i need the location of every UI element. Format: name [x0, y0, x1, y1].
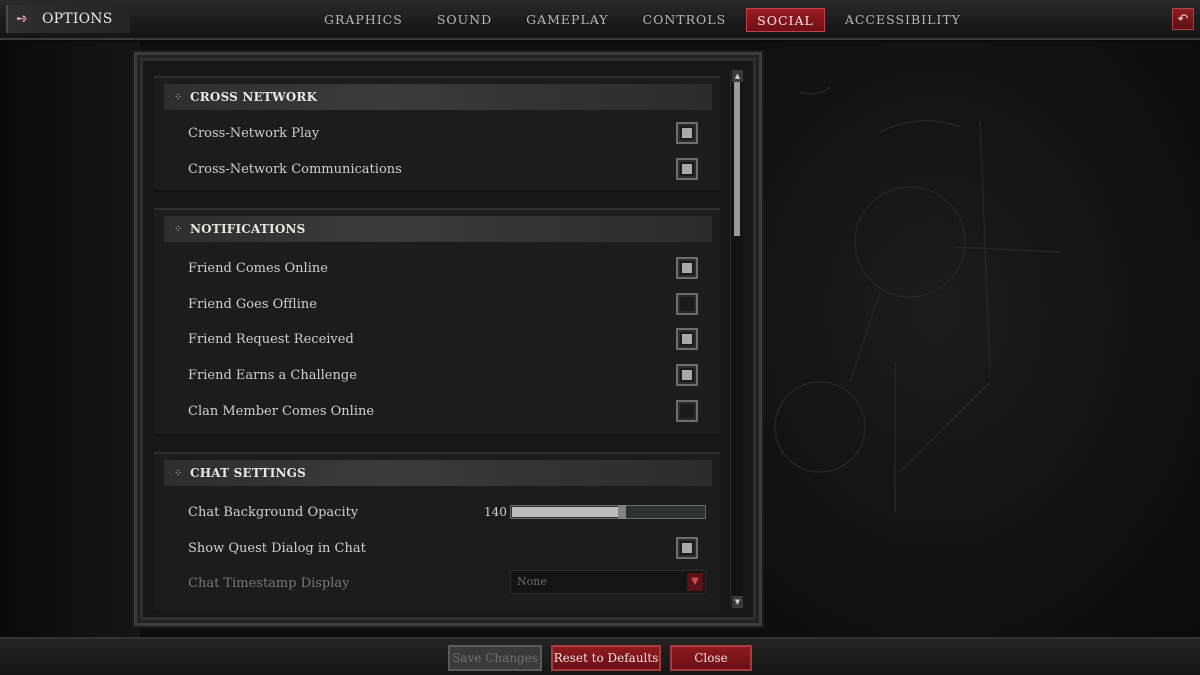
setting-row: Cross-Network Play [188, 120, 708, 146]
setting-row: Cross-Network Communications [188, 156, 708, 182]
setting-label: Cross-Network Play [188, 125, 320, 141]
setting-row: Chat Background Opacity 140 [188, 499, 708, 525]
setting-label: Clan Member Comes Online [188, 403, 375, 419]
friend-earns-challenge-checkbox[interactable] [676, 364, 698, 386]
friend-goes-offline-checkbox[interactable] [676, 293, 698, 315]
scroll-thumb[interactable] [734, 82, 740, 236]
cross-network-play-checkbox[interactable] [676, 122, 698, 144]
bottom-bar: Save Changes Reset to Defaults Close [0, 637, 1200, 675]
setting-row: Friend Request Received [188, 326, 708, 352]
background-left [0, 42, 140, 637]
setting-row: Show Quest Dialog in Chat [188, 535, 708, 561]
opacity-value: 140 [484, 505, 507, 519]
setting-label: Chat Background Opacity [188, 504, 359, 520]
section-notifications: ⁘ NOTIFICATIONS Friend Comes Online Frie… [154, 208, 720, 436]
setting-label: Cross-Network Communications [188, 161, 402, 177]
tab-controls[interactable]: CONTROLS [629, 8, 741, 32]
tab-gameplay[interactable]: GAMEPLAY [512, 8, 622, 32]
setting-row: Clan Member Comes Online [188, 398, 708, 424]
section-header: ⁘ CROSS NETWORK [164, 84, 712, 110]
section-title: CROSS NETWORK [190, 90, 318, 104]
background-sketch [774, 86, 1061, 512]
friend-request-received-checkbox[interactable] [676, 328, 698, 350]
tab-accessibility[interactable]: ACCESSIBILITY [831, 8, 975, 32]
background-decoration [760, 42, 1200, 637]
show-quest-dialog-checkbox[interactable] [676, 537, 698, 559]
return-arrow-icon: ↶ [1177, 11, 1189, 27]
cross-network-communications-checkbox[interactable] [676, 158, 698, 180]
setting-label: Show Quest Dialog in Chat [188, 540, 366, 556]
section-header: ⁘ NOTIFICATIONS [164, 216, 712, 242]
scroll-down-button[interactable]: ▼ [732, 596, 743, 608]
scroll-up-button[interactable]: ▲ [732, 70, 743, 82]
diamond-dots-icon: ⁘ [174, 91, 183, 103]
section-cross-network: ⁘ CROSS NETWORK Cross-Network Play Cross… [154, 76, 720, 192]
slider-fill [512, 507, 619, 517]
options-title-plate: ➺ OPTIONS [6, 5, 130, 33]
section-title: CHAT SETTINGS [190, 466, 306, 480]
dropdown-arrow-icon: ▼ [687, 573, 703, 591]
save-changes-button[interactable]: Save Changes [448, 645, 542, 671]
top-bar: ➺ OPTIONS GRAPHICS SOUND GAMEPLAY CONTRO… [0, 0, 1200, 40]
scrollbar[interactable]: ▲ ▼ [730, 70, 743, 608]
chat-opacity-slider[interactable] [510, 505, 706, 519]
dropdown-value: None [517, 575, 547, 588]
diamond-dots-icon: ⁘ [174, 467, 183, 479]
slider-handle[interactable] [618, 505, 626, 519]
setting-row: Friend Earns a Challenge [188, 362, 708, 388]
section-header: ⁘ CHAT SETTINGS [164, 460, 712, 486]
setting-row: Friend Goes Offline [188, 291, 708, 317]
section-title: NOTIFICATIONS [190, 222, 306, 236]
section-chat-settings: ⁘ CHAT SETTINGS Chat Background Opacity … [154, 452, 720, 610]
tab-social[interactable]: SOCIAL [746, 8, 825, 32]
options-content: ⁘ CROSS NETWORK Cross-Network Play Cross… [150, 70, 725, 610]
chat-timestamp-dropdown[interactable]: None ▼ [510, 570, 706, 594]
close-button[interactable]: Close [670, 645, 752, 671]
arrow-right-icon: ➺ [16, 11, 28, 27]
setting-row: Chat Timestamp Display None ▼ [188, 570, 708, 596]
reset-defaults-button[interactable]: Reset to Defaults [551, 645, 661, 671]
setting-label: Friend Comes Online [188, 260, 328, 276]
back-button[interactable]: ↶ [1172, 8, 1194, 30]
diamond-dots-icon: ⁘ [174, 223, 183, 235]
setting-label: Friend Earns a Challenge [188, 367, 357, 383]
tab-sound[interactable]: SOUND [423, 8, 506, 32]
setting-label: Friend Goes Offline [188, 296, 317, 312]
setting-label: Chat Timestamp Display [188, 575, 350, 591]
friend-comes-online-checkbox[interactable] [676, 257, 698, 279]
tab-graphics[interactable]: GRAPHICS [310, 8, 417, 32]
clan-member-comes-online-checkbox[interactable] [676, 400, 698, 422]
tab-bar: GRAPHICS SOUND GAMEPLAY CONTROLS SOCIAL … [310, 8, 981, 32]
setting-row: Friend Comes Online [188, 255, 708, 281]
setting-label: Friend Request Received [188, 331, 354, 347]
page-title: OPTIONS [42, 11, 113, 27]
